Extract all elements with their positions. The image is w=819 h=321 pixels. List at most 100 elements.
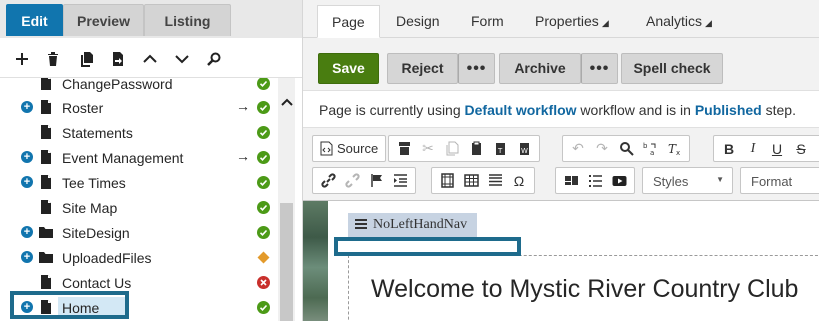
workflow-text-middle: workflow and is in	[576, 102, 695, 118]
expand-icon[interactable]: +	[21, 226, 33, 238]
toolbar-group-widgets	[555, 167, 635, 194]
reject-more-button[interactable]: •••	[458, 53, 495, 84]
tab-properties[interactable]: Properties ◢	[521, 5, 623, 38]
tab-form-label: Form	[471, 13, 504, 29]
youtube-icon[interactable]	[607, 170, 631, 192]
tree-item-event-management[interactable]: + Event Management →	[0, 145, 278, 170]
tab-design[interactable]: Design	[382, 5, 454, 38]
page-icon	[39, 275, 53, 289]
link-icon[interactable]	[316, 170, 340, 192]
tree-item-changepassword[interactable]: ChangePassword	[0, 78, 278, 96]
welcome-heading[interactable]: Welcome to Mystic River Country Club	[371, 275, 798, 304]
editable-zone-label[interactable]: NoLeftHandNav	[348, 213, 478, 237]
tree-item-statements[interactable]: Statements	[0, 120, 278, 145]
replace-icon[interactable]: ba	[638, 138, 662, 160]
underline-icon[interactable]: U	[765, 138, 789, 160]
archive-button[interactable]: Archive	[499, 53, 581, 84]
caret-down-icon: ◢	[705, 18, 712, 28]
tree-item-label: Contact Us	[62, 275, 132, 291]
table-icon[interactable]	[459, 170, 483, 192]
expand-icon[interactable]: +	[21, 101, 33, 113]
tree-item-sitedesign[interactable]: + SiteDesign	[0, 220, 278, 245]
source-label: Source	[337, 141, 379, 156]
workflow-text-suffix: step.	[761, 102, 796, 118]
workflow-text-prefix: Page is currently using	[319, 102, 465, 118]
toolbar-group-links	[312, 167, 416, 194]
paste-icon[interactable]	[464, 138, 488, 160]
delete-icon[interactable]	[42, 48, 64, 70]
workflow-step-name: Published	[694, 102, 762, 118]
tree-item-uploadedfiles[interactable]: + UploadedFiles	[0, 245, 278, 270]
remove-format-icon[interactable]: Tx	[662, 138, 686, 160]
find-icon[interactable]	[614, 138, 638, 160]
indent-icon[interactable]	[388, 170, 412, 192]
tab-edit[interactable]: Edit	[6, 4, 63, 36]
tab-form[interactable]: Form	[457, 5, 518, 38]
move-down-icon[interactable]	[171, 48, 193, 70]
workflow-message: Page is currently using Default workflow…	[303, 90, 819, 128]
italic-icon[interactable]: I	[741, 138, 765, 160]
copy-icon[interactable]	[76, 48, 98, 70]
published-check-icon	[257, 176, 270, 189]
tree-item-label: Tee Times	[62, 175, 126, 191]
scrollbar-thumb[interactable]	[280, 203, 293, 321]
tab-listing[interactable]: Listing	[144, 4, 231, 36]
mode-tabs: Edit Preview Listing	[0, 0, 302, 38]
special-char-icon[interactable]: Ω	[507, 170, 531, 192]
paste-word-icon[interactable]: W	[512, 138, 536, 160]
move-up-icon[interactable]	[139, 48, 161, 70]
styles-dropdown[interactable]: Styles ▼	[642, 167, 733, 194]
format-dropdown[interactable]: Format▼	[740, 167, 819, 194]
reject-button[interactable]: Reject	[387, 53, 458, 84]
source-button[interactable]: Source	[316, 138, 382, 160]
action-bar: Save Reject ••• Archive ••• Spell check	[303, 38, 819, 90]
spell-check-button[interactable]: Spell check	[621, 53, 723, 84]
widget-icon[interactable]	[559, 170, 583, 192]
page-editor-pane: Page Design Form Properties ◢ Analytics ◢ …	[303, 0, 819, 321]
toolbar-group-clipboard: ✂ T W	[388, 135, 540, 162]
redo-icon[interactable]: ↷	[590, 138, 614, 160]
tree-item-roster[interactable]: + Roster →	[0, 95, 278, 120]
bold-icon[interactable]: B	[717, 138, 741, 160]
tab-analytics[interactable]: Analytics ◢	[632, 5, 726, 38]
archive-more-button[interactable]: •••	[581, 53, 618, 84]
svg-text:b: b	[643, 142, 648, 150]
tab-properties-label: Properties	[535, 13, 599, 29]
tab-page[interactable]: Page	[317, 5, 380, 38]
save-button[interactable]: Save	[318, 53, 379, 84]
unlink-icon[interactable]	[340, 170, 364, 192]
horizontal-rule-icon[interactable]	[483, 170, 507, 192]
expand-icon[interactable]: +	[21, 251, 33, 263]
caret-down-icon: ▼	[716, 175, 724, 184]
page-background-image	[303, 201, 328, 321]
tree-item-label: UploadedFiles	[62, 250, 152, 266]
tab-preview[interactable]: Preview	[63, 4, 144, 36]
tree-item-label: Statements	[62, 125, 133, 141]
tree-item-tee-times[interactable]: + Tee Times	[0, 170, 278, 195]
copy-icon[interactable]	[440, 138, 464, 160]
undo-icon[interactable]: ↶	[566, 138, 590, 160]
tree-scrollbar[interactable]	[278, 78, 295, 321]
media-icon[interactable]	[435, 170, 459, 192]
strikethrough-icon[interactable]: S	[789, 138, 813, 160]
move-icon[interactable]	[107, 48, 129, 70]
cut-icon[interactable]: ✂	[416, 138, 440, 160]
page-icon	[39, 200, 53, 214]
list-icon[interactable]	[583, 170, 607, 192]
search-icon[interactable]	[203, 48, 225, 70]
tree-item-site-map[interactable]: Site Map	[0, 195, 278, 220]
expand-icon[interactable]: +	[21, 151, 33, 163]
paste-text-icon[interactable]: T	[488, 138, 512, 160]
link-arrow-icon: →	[236, 148, 250, 164]
scroll-up-icon[interactable]	[278, 92, 295, 112]
editable-content-area[interactable]: NoLeftHandNav Welcome to Mystic River Co…	[303, 200, 819, 321]
page-icon	[39, 150, 53, 164]
add-icon[interactable]	[11, 48, 33, 70]
templates-icon[interactable]	[392, 138, 416, 160]
zone-name: NoLeftHandNav	[373, 217, 468, 232]
tab-page-label: Page	[332, 14, 365, 30]
anchor-flag-icon[interactable]	[364, 170, 388, 192]
highlight-home	[10, 291, 129, 319]
source-icon	[320, 141, 333, 156]
expand-icon[interactable]: +	[21, 176, 33, 188]
